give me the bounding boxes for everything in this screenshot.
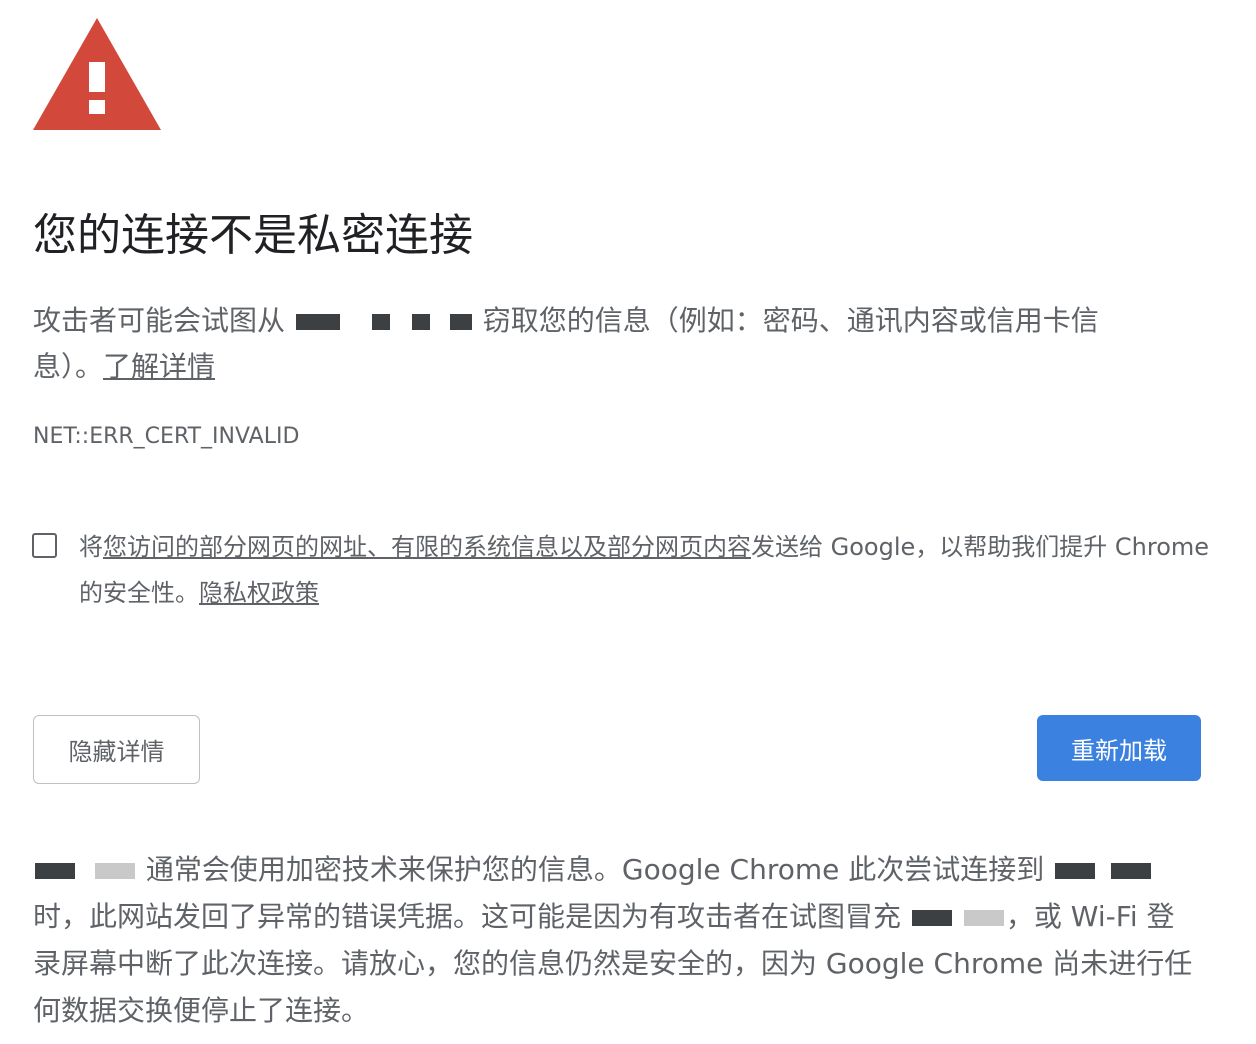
details-text: 通常会使用加密技术来保护您的信息。Google Chrome 此次尝试连接到 时… (33, 846, 1193, 1034)
redacted-hostname (95, 863, 135, 879)
interstitial-page: 您的连接不是私密连接 攻击者可能会试图从 窃取您的信息（例如：密码、通讯内容或信… (0, 0, 1256, 1044)
reported-data-link[interactable]: 您访问的部分网页的网址、有限的系统信息以及部分网页内容 (103, 533, 751, 561)
details-part1: 通常会使用加密技术来保护您的信息。Google Chrome 此次尝试连接到 (137, 853, 1054, 886)
privacy-policy-link[interactable]: 隐私权政策 (199, 579, 319, 607)
redacted-hostname (411, 314, 430, 330)
redacted-hostname (911, 910, 952, 926)
redacted-hostname (35, 863, 75, 879)
optin-prefix: 将 (79, 533, 103, 561)
main-message-prefix: 攻击者可能会试图从 (33, 304, 294, 337)
redacted-hostname (295, 314, 340, 330)
redacted-hostname (963, 910, 1004, 926)
extended-reporting-optin: 将您访问的部分网页的网址、有限的系统信息以及部分网页内容发送给 Google，以… (32, 524, 1212, 616)
hide-details-button[interactable]: 隐藏详情 (33, 715, 200, 784)
reload-button[interactable]: 重新加载 (1037, 715, 1201, 781)
page-title: 您的连接不是私密连接 (33, 210, 473, 261)
redacted-hostname (1055, 863, 1096, 879)
error-code: NET::ERR_CERT_INVALID (33, 424, 300, 449)
redacted-hostname (371, 314, 390, 330)
main-message: 攻击者可能会试图从 窃取您的信息（例如：密码、通讯内容或信用卡信息）。了解详情 (33, 298, 1143, 390)
extended-reporting-checkbox[interactable] (32, 533, 57, 558)
details-part2: 时，此网站发回了异常的错误凭据。这可能是因为有攻击者在试图冒充 (33, 900, 910, 933)
learn-more-link[interactable]: 了解详情 (103, 350, 215, 383)
warning-triangle-icon (33, 18, 161, 130)
redacted-hostname (1111, 863, 1152, 879)
redacted-hostname (449, 314, 472, 330)
optin-text: 将您访问的部分网页的网址、有限的系统信息以及部分网页内容发送给 Google，以… (79, 524, 1212, 616)
